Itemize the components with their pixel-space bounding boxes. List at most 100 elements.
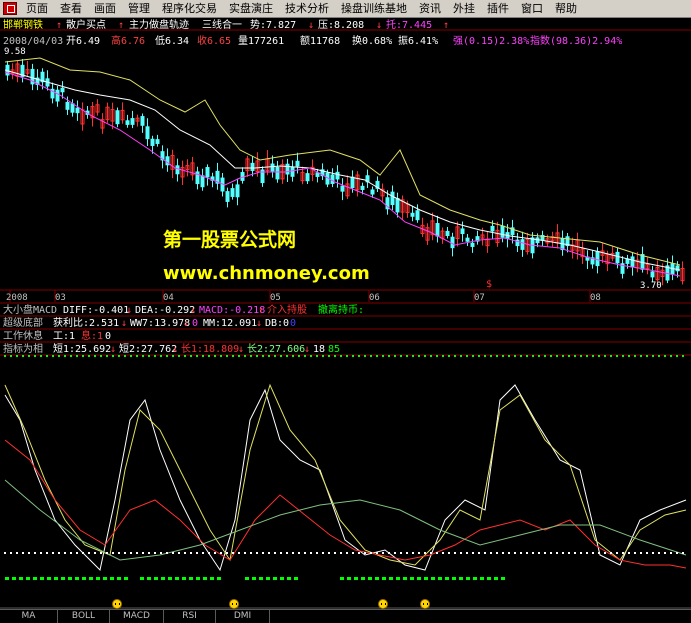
white-dot: [262, 552, 264, 554]
white-dot: [52, 552, 54, 554]
candle-body: [435, 223, 440, 237]
green-dot: [400, 355, 402, 357]
white-dot: [376, 552, 378, 554]
white-dot: [442, 552, 444, 554]
white-dot: [598, 552, 600, 554]
green-dot: [568, 355, 570, 357]
green-dot: [640, 355, 642, 357]
white-dot: [10, 552, 12, 554]
white-dot: [76, 552, 78, 554]
white-dot: [244, 552, 246, 554]
white-dot: [646, 552, 648, 554]
white-dot: [634, 552, 636, 554]
white-dot: [544, 552, 546, 554]
candle-body: [290, 166, 295, 177]
white-dot: [238, 552, 240, 554]
white-dot: [490, 552, 492, 554]
white-dot: [562, 552, 564, 554]
smiley-signal-icon: [229, 599, 239, 609]
white-dot: [508, 552, 510, 554]
green-dot: [670, 355, 672, 357]
bottom-ww: WW7:13.978: [130, 318, 191, 329]
bottom-profit-ratio: 获利比:2.531: [53, 318, 120, 329]
kdj-v18: 18: [313, 344, 326, 355]
white-dot: [550, 552, 552, 554]
green-bar-dot: [501, 577, 505, 580]
oscillator-long2: [4, 479, 687, 561]
green-dot: [592, 355, 594, 357]
white-dot: [322, 552, 324, 554]
green-bar-dot: [347, 577, 351, 580]
white-dot: [250, 552, 252, 554]
white-dot: [568, 552, 570, 554]
white-dot: [232, 552, 234, 554]
green-bar-dot: [382, 577, 386, 580]
white-dot: [94, 552, 96, 554]
green-bar-dot: [396, 577, 400, 580]
white-dot: [520, 552, 522, 554]
tab-ma[interactable]: MA: [0, 610, 58, 623]
white-dot: [526, 552, 528, 554]
x-label-2008: 2008: [6, 293, 28, 303]
kdj-v85: 85: [328, 344, 341, 355]
candle-body: [130, 118, 135, 125]
green-bar-dot: [140, 577, 144, 580]
rest-panel-name: 工作休息: [3, 331, 43, 342]
green-dot: [460, 355, 462, 357]
green-dot: [376, 355, 378, 357]
tab-dmi[interactable]: DMI: [216, 610, 270, 623]
down-arrow-icon: ↓: [256, 318, 263, 329]
bottom-db: DB:0: [265, 318, 290, 329]
green-dot: [646, 355, 648, 357]
green-bar-dot: [368, 577, 372, 580]
white-dot: [616, 552, 618, 554]
green-dot: [346, 355, 348, 357]
tab-rsi[interactable]: RSI: [164, 610, 216, 623]
smiley-signal-icon: [112, 599, 122, 609]
candle-body: [155, 139, 160, 144]
green-dot: [430, 355, 432, 357]
kdj-short2: 短2:27.762: [119, 344, 178, 355]
down-arrow-icon: ↓: [183, 318, 190, 329]
candle-body: [125, 120, 130, 125]
green-bar-dot: [245, 577, 249, 580]
white-dot: [16, 552, 18, 554]
green-dot: [178, 355, 180, 357]
down-arrow-icon: ↓: [121, 318, 128, 329]
white-dot: [430, 552, 432, 554]
candle-body: [465, 237, 470, 242]
white-dot: [226, 552, 228, 554]
green-bar-dot: [124, 577, 128, 580]
green-dot: [658, 355, 660, 357]
green-bar-dot: [96, 577, 100, 580]
green-bar-dot: [75, 577, 79, 580]
white-dot: [538, 552, 540, 554]
down-arrow-icon: ↓: [172, 344, 179, 355]
white-dot: [382, 552, 384, 554]
white-dot: [364, 552, 366, 554]
smiley-signal-icon: [378, 599, 388, 609]
white-dot: [34, 552, 36, 554]
green-bar-dot: [168, 577, 172, 580]
down-arrow-icon: ↓: [238, 344, 245, 355]
white-dot: [586, 552, 588, 554]
white-dot: [112, 552, 114, 554]
bottom-v0: 0: [192, 318, 199, 329]
white-dot: [496, 552, 498, 554]
green-dot: [526, 355, 528, 357]
tab-boll[interactable]: BOLL: [58, 610, 110, 623]
candle-body: [115, 110, 120, 125]
candle-body: [340, 185, 345, 192]
tab-macd[interactable]: MACD: [110, 610, 164, 623]
white-dot: [574, 552, 576, 554]
kdj-panel-name: 指标为相: [3, 344, 43, 355]
white-dot: [160, 552, 162, 554]
green-dot: [448, 355, 450, 357]
white-dot: [682, 552, 684, 554]
green-bar-dot: [487, 577, 491, 580]
green-bar-dot: [459, 577, 463, 580]
white-dot: [610, 552, 612, 554]
bottom-v1: 0: [290, 318, 297, 329]
white-dot: [352, 552, 354, 554]
green-dot: [394, 355, 396, 357]
